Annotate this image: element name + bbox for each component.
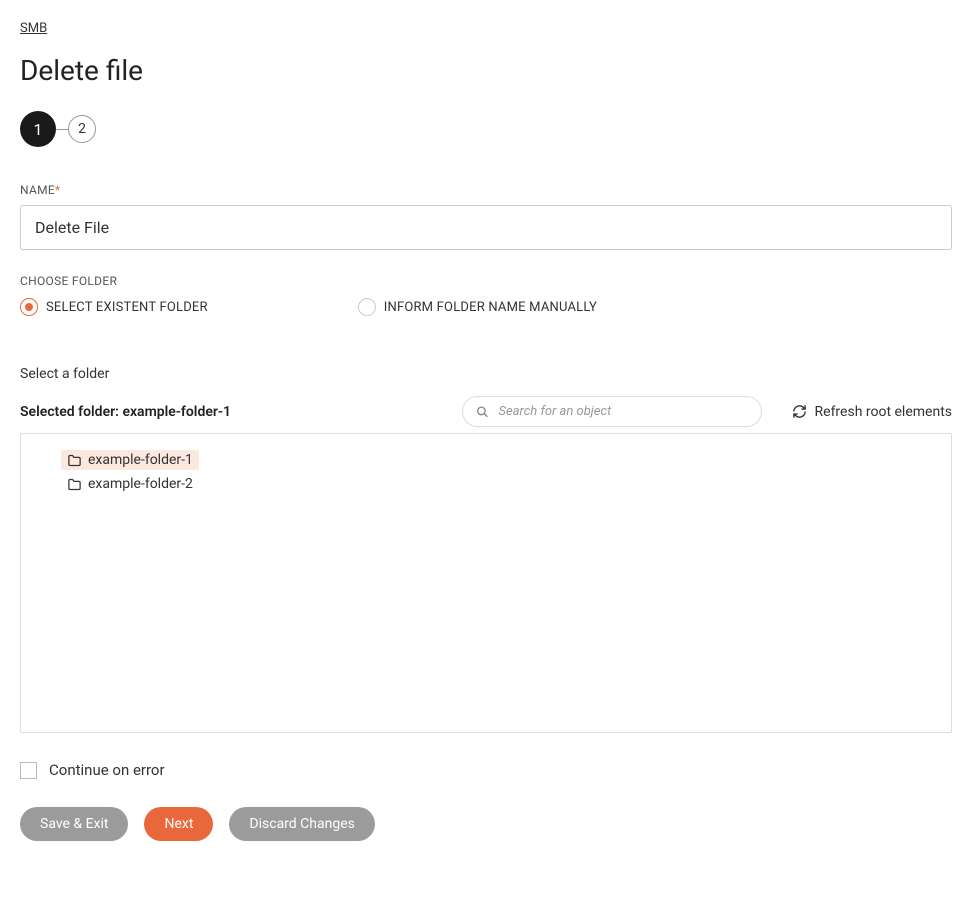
tree-item-label: example-folder-1 (88, 452, 193, 468)
radio-select-existent-folder[interactable]: SELECT EXISTENT FOLDER (20, 298, 208, 316)
next-button[interactable]: Next (144, 807, 213, 841)
folder-tree-panel[interactable]: example-folder-1 example-folder-2 (20, 433, 952, 733)
refresh-root-elements[interactable]: Refresh root elements (792, 404, 952, 420)
folder-icon (67, 453, 82, 468)
radio-inform-folder-manually[interactable]: INFORM FOLDER NAME MANUALLY (358, 298, 597, 316)
tree-item-folder[interactable]: example-folder-1 (61, 450, 199, 470)
tree-item-folder[interactable]: example-folder-2 (61, 474, 199, 494)
tree-item-label: example-folder-2 (88, 476, 193, 492)
refresh-icon (792, 404, 807, 419)
name-label: NAME* (20, 183, 952, 197)
continue-on-error-checkbox[interactable] (20, 762, 37, 779)
save-exit-button[interactable]: Save & Exit (20, 807, 128, 841)
choose-folder-label: CHOOSE FOLDER (20, 274, 952, 288)
folder-icon (67, 477, 82, 492)
refresh-label: Refresh root elements (815, 404, 952, 420)
page-title: Delete file (20, 54, 952, 87)
name-input[interactable] (20, 205, 952, 250)
breadcrumb-smb[interactable]: SMB (20, 21, 47, 36)
radio-label: SELECT EXISTENT FOLDER (46, 300, 208, 315)
step-connector (56, 129, 68, 130)
radio-icon (20, 298, 38, 316)
select-folder-heading: Select a folder (20, 366, 952, 382)
stepper: 1 2 (20, 111, 952, 147)
step-2[interactable]: 2 (68, 115, 96, 143)
continue-on-error-label: Continue on error (49, 761, 165, 779)
search-input[interactable] (462, 396, 762, 427)
radio-label: INFORM FOLDER NAME MANUALLY (384, 300, 597, 315)
selected-folder-text: Selected folder: example-folder-1 (20, 404, 432, 420)
step-1[interactable]: 1 (20, 111, 56, 147)
discard-changes-button[interactable]: Discard Changes (229, 807, 374, 841)
radio-icon (358, 298, 376, 316)
